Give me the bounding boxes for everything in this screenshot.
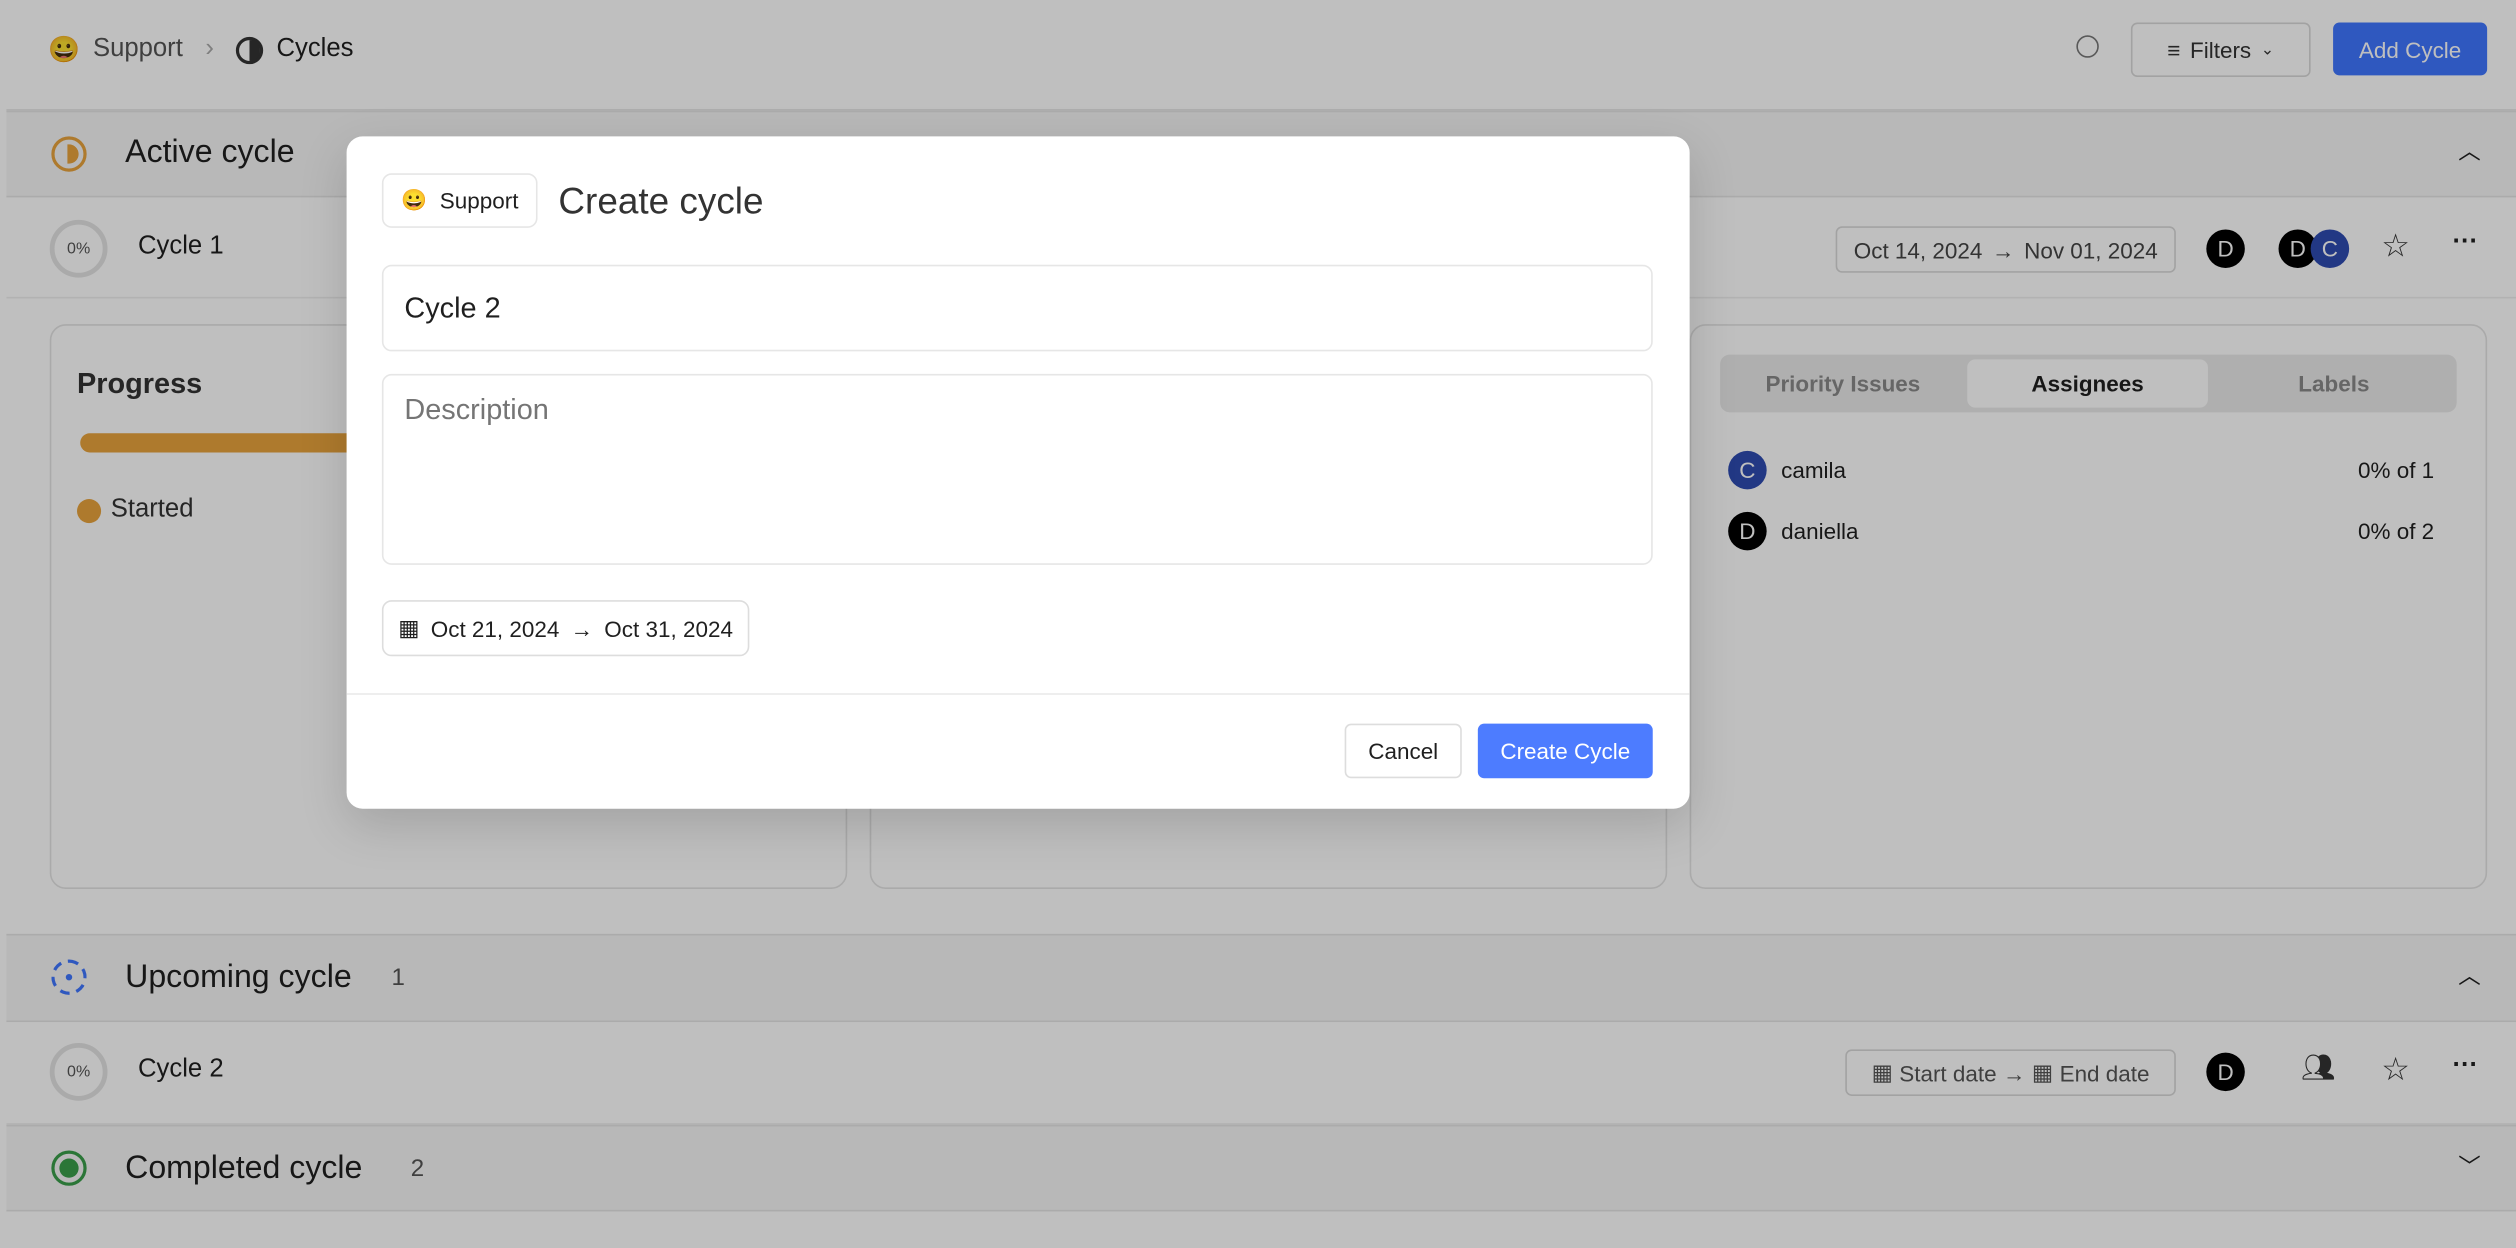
cycle-name-input[interactable] [381, 264, 1653, 352]
divider [346, 693, 1690, 695]
project-label: Support [439, 187, 519, 214]
cancel-button[interactable]: Cancel [1344, 723, 1462, 779]
create-cycle-modal: 😀 Support Create cycle ▦ Oct 21, 2024 → Oct … [346, 136, 1690, 809]
arrow-right-icon: → [570, 615, 594, 642]
start-date: Oct 21, 2024 [430, 615, 560, 642]
calendar-icon: ▦ [398, 614, 420, 641]
modal-title: Create cycle [558, 179, 764, 222]
date-range-button[interactable]: ▦ Oct 21, 2024 → Oct 31, 2024 [381, 600, 750, 657]
project-select[interactable]: 😀 Support [381, 173, 538, 228]
end-date: Oct 31, 2024 [604, 615, 733, 642]
create-cycle-button[interactable]: Create Cycle [1477, 723, 1653, 779]
description-input[interactable] [381, 373, 1653, 565]
project-emoji-icon: 😀 [400, 187, 427, 212]
